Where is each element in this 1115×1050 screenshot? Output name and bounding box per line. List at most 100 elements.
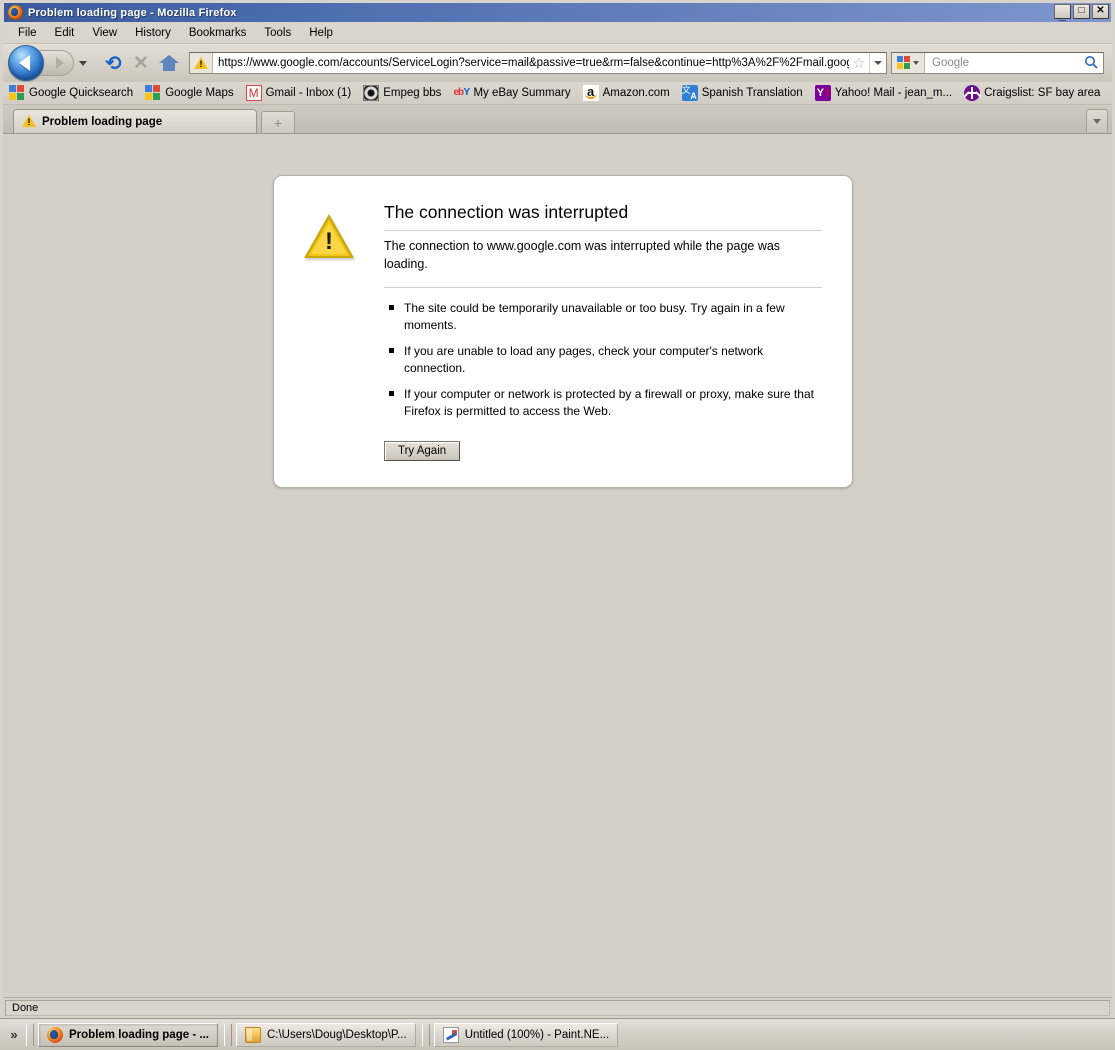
back-forward-group bbox=[8, 45, 93, 81]
error-suggestions-list: The site could be temporarily unavailabl… bbox=[384, 300, 822, 420]
menu-item-edit[interactable]: Edit bbox=[46, 25, 84, 41]
bookmark-craigslist[interactable]: Craigslist: SF bay area bbox=[963, 85, 1107, 101]
google-icon bbox=[145, 85, 161, 101]
search-bar[interactable]: Google bbox=[891, 52, 1104, 74]
gmail-icon bbox=[245, 85, 262, 101]
bookmark-label: My eBay Summary bbox=[473, 87, 571, 99]
menu-label: History bbox=[135, 26, 171, 39]
menu-item-file[interactable]: File bbox=[9, 25, 46, 41]
warning-triangle-icon: ! bbox=[304, 214, 354, 259]
error-icon-container: ! bbox=[304, 202, 360, 461]
taskbar-grip[interactable] bbox=[26, 1023, 34, 1046]
taskbar-item-paintnet[interactable]: Untitled (100%) - Paint.NE... bbox=[433, 1022, 619, 1047]
minimize-glyph: _ bbox=[1059, 7, 1066, 22]
bookmark-label: Gmail - Inbox (1) bbox=[265, 87, 352, 99]
address-bar-input[interactable]: https://www.google.com/accounts/ServiceL… bbox=[213, 57, 849, 69]
bookmark-yahoo-mail[interactable]: Yahoo! Mail - jean_m... bbox=[814, 85, 959, 101]
bookmark-label: Google Maps bbox=[165, 87, 234, 99]
menu-item-help[interactable]: Help bbox=[300, 25, 342, 41]
reload-icon: ⟳ bbox=[104, 51, 122, 75]
tab-list-button[interactable] bbox=[1086, 109, 1108, 132]
history-dropdown-icon[interactable] bbox=[79, 60, 87, 66]
bookmark-label: Craigslist: SF bay area bbox=[984, 87, 1101, 99]
taskbar-overflow-icon[interactable]: » bbox=[4, 1027, 24, 1042]
browser-window: Problem loading page - Mozilla Firefox _… bbox=[0, 0, 1115, 1018]
search-icon[interactable] bbox=[1079, 55, 1103, 72]
bookmark-empeg-bbs[interactable]: Empeg bbs bbox=[363, 85, 448, 101]
bookmark-my-ebay-summary[interactable]: My eBay Summary bbox=[453, 85, 577, 101]
error-panel: ! The connection was interrupted The con… bbox=[273, 175, 853, 489]
error-suggestion-item: If your computer or network is protected… bbox=[389, 386, 822, 420]
menu-bar: File Edit View History Bookmarks Tools H… bbox=[3, 22, 1112, 44]
error-title: The connection was interrupted bbox=[384, 202, 822, 231]
chevron-down-icon bbox=[1093, 118, 1101, 124]
reload-button[interactable]: ⟳ bbox=[99, 49, 127, 77]
tab-strip: Problem loading page + bbox=[3, 105, 1112, 134]
bookmark-label: Google Quicksearch bbox=[29, 87, 134, 99]
bookmark-gmail-inbox[interactable]: Gmail - Inbox (1) bbox=[245, 85, 359, 101]
bookmark-label: Spanish Translation bbox=[701, 87, 803, 99]
google-icon bbox=[9, 85, 25, 101]
chevron-down-icon bbox=[913, 61, 919, 65]
chevron-down-icon bbox=[874, 61, 882, 65]
taskbar-grip[interactable] bbox=[223, 1023, 232, 1046]
taskbar-item-firefox[interactable]: Problem loading page - ... bbox=[38, 1022, 218, 1047]
back-button[interactable] bbox=[8, 45, 44, 81]
menu-label: Tools bbox=[264, 26, 292, 39]
stop-button[interactable]: ✕ bbox=[127, 49, 155, 77]
error-suggestion-item: If you are unable to load any pages, che… bbox=[389, 343, 822, 377]
paint-icon bbox=[442, 1026, 459, 1043]
title-bar: Problem loading page - Mozilla Firefox _… bbox=[4, 3, 1111, 22]
bookmark-label: Empeg bbs bbox=[383, 87, 442, 99]
menu-item-tools[interactable]: Tools bbox=[255, 25, 300, 41]
menu-label: Edit bbox=[54, 26, 75, 39]
menu-item-view[interactable]: View bbox=[83, 25, 126, 41]
tab-problem-loading-page[interactable]: Problem loading page bbox=[13, 109, 257, 133]
menu-item-bookmarks[interactable]: Bookmarks bbox=[180, 25, 256, 41]
close-button[interactable]: ✕ bbox=[1092, 4, 1109, 19]
bookmark-label: Amazon.com bbox=[602, 87, 670, 99]
home-icon bbox=[159, 55, 179, 71]
plus-icon: + bbox=[273, 114, 283, 131]
page-content: ! The connection was interrupted The con… bbox=[3, 134, 1112, 997]
empeg-icon bbox=[363, 85, 380, 101]
minimize-button[interactable]: _ bbox=[1054, 4, 1071, 22]
taskbar-grip[interactable] bbox=[421, 1023, 430, 1046]
error-description: The connection to www.google.com was int… bbox=[384, 237, 822, 289]
bookmark-google-maps[interactable]: Google Maps bbox=[145, 85, 240, 101]
search-engine-selector[interactable] bbox=[892, 53, 925, 73]
taskbar-item-label: Problem loading page - ... bbox=[69, 1028, 209, 1041]
yahoo-icon bbox=[814, 85, 831, 101]
bookmark-spanish-translation[interactable]: Spanish Translation bbox=[681, 83, 810, 101]
error-suggestion-item: The site could be temporarily unavailabl… bbox=[389, 300, 822, 334]
status-text: Done bbox=[5, 1000, 1110, 1016]
windows-taskbar: » Problem loading page - ... C:\Users\Do… bbox=[0, 1018, 1115, 1050]
status-bar: Done bbox=[3, 997, 1112, 1018]
amazon-icon bbox=[582, 85, 599, 101]
home-button[interactable] bbox=[155, 49, 183, 77]
maximize-button[interactable]: □ bbox=[1073, 4, 1090, 19]
navigation-toolbar: ⟳ ✕ https://www.google.com/accounts/Serv… bbox=[3, 44, 1112, 82]
address-dropdown-button[interactable] bbox=[869, 53, 886, 73]
bookmark-amazon[interactable]: Amazon.com bbox=[582, 85, 677, 101]
ebay-icon bbox=[453, 85, 470, 101]
translate-icon bbox=[681, 83, 698, 101]
firefox-icon bbox=[47, 1026, 63, 1043]
try-again-button[interactable]: Try Again bbox=[384, 441, 461, 462]
window-controls: _ □ ✕ bbox=[1054, 4, 1109, 22]
bookmark-star-icon[interactable]: ☆ bbox=[849, 56, 869, 71]
back-arrow-icon bbox=[19, 55, 30, 71]
new-tab-button[interactable]: + bbox=[261, 111, 295, 133]
search-input[interactable]: Google bbox=[925, 57, 1079, 69]
window-title: Problem loading page - Mozilla Firefox bbox=[28, 6, 237, 19]
firefox-logo-icon bbox=[8, 5, 23, 20]
bookmark-google-quicksearch[interactable]: Google Quicksearch bbox=[9, 85, 140, 101]
site-identity-button[interactable] bbox=[190, 53, 213, 73]
taskbar-item-label: C:\Users\Doug\Desktop\P... bbox=[266, 1028, 407, 1041]
address-bar[interactable]: https://www.google.com/accounts/ServiceL… bbox=[189, 52, 887, 74]
error-body: The connection was interrupted The conne… bbox=[384, 202, 822, 462]
taskbar-item-explorer[interactable]: C:\Users\Doug\Desktop\P... bbox=[235, 1022, 416, 1047]
taskbar-item-label: Untitled (100%) - Paint.NE... bbox=[464, 1028, 610, 1041]
forward-arrow-icon bbox=[56, 57, 64, 69]
menu-item-history[interactable]: History bbox=[126, 25, 180, 41]
